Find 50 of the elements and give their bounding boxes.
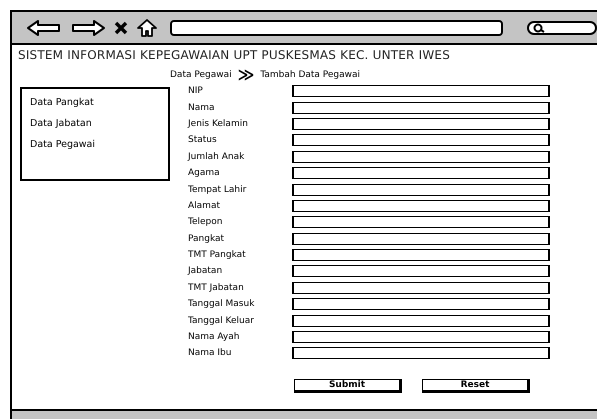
field-label: Alamat	[188, 200, 221, 211]
home-icon[interactable]	[136, 18, 158, 36]
field-label: Nama Ibu	[188, 348, 232, 358]
input-field[interactable]	[292, 150, 550, 163]
close-icon[interactable]	[114, 20, 128, 34]
field-label: Tanggal Keluar	[188, 316, 255, 326]
field-label: TMT Pangkat	[188, 250, 247, 260]
input-field[interactable]	[292, 347, 550, 360]
field-label: Telepon	[188, 217, 224, 228]
input-field[interactable]	[292, 167, 550, 180]
input-field[interactable]	[292, 265, 550, 278]
sidebar-item[interactable]: Data Pangkat	[30, 97, 168, 108]
back-arrow-icon[interactable]	[26, 18, 62, 36]
sidebar-item[interactable]: Data Jabatan	[30, 118, 168, 129]
field-label: Tempat Lahir	[188, 184, 248, 195]
field-label: Jumlah Anak	[188, 152, 246, 162]
sidebar-item[interactable]: Data Pegawai	[30, 139, 168, 150]
field-label: TMT Jabatan	[188, 282, 245, 293]
input-field[interactable]	[292, 118, 550, 130]
input-field[interactable]	[292, 85, 550, 98]
breadcrumb-item[interactable]: Data Pegawai	[170, 70, 232, 80]
search-field[interactable]	[527, 20, 597, 34]
field-label: Nama	[188, 102, 216, 113]
field-label: Pangkat	[188, 234, 226, 244]
field-label: Nama Ayah	[188, 332, 240, 342]
reset-button[interactable]: Reset	[422, 378, 530, 393]
input-field[interactable]	[292, 331, 550, 344]
input-field[interactable]	[292, 232, 550, 245]
field-label: NIP	[188, 86, 204, 96]
address-bar[interactable]	[170, 20, 504, 36]
input-field[interactable]	[292, 216, 550, 228]
input-field[interactable]	[292, 314, 550, 327]
field-label: Status	[188, 135, 218, 146]
submit-button[interactable]: Submit	[294, 378, 402, 393]
input-field[interactable]	[292, 282, 550, 294]
input-field[interactable]	[292, 298, 550, 310]
input-field[interactable]	[292, 200, 550, 212]
input-field[interactable]	[292, 184, 550, 196]
forward-arrow-icon[interactable]	[70, 18, 106, 36]
field-label: Jabatan	[188, 266, 224, 276]
field-label: Agama	[188, 168, 221, 178]
page-title: SISTEM INFORMASI KEPEGAWAIAN UPT PUSKESMAS KEC. UNTER IWES	[18, 48, 452, 62]
field-label: Jenis Kelamin	[188, 118, 249, 129]
input-field[interactable]	[292, 134, 550, 146]
search-icon	[533, 22, 546, 32]
input-field[interactable]	[292, 249, 550, 262]
field-label: Tanggal Masuk	[188, 299, 256, 310]
breadcrumb-item[interactable]: Tambah Data Pegawai	[260, 70, 360, 80]
input-field[interactable]	[292, 102, 550, 114]
breadcrumb-separator: ≫	[238, 69, 254, 81]
